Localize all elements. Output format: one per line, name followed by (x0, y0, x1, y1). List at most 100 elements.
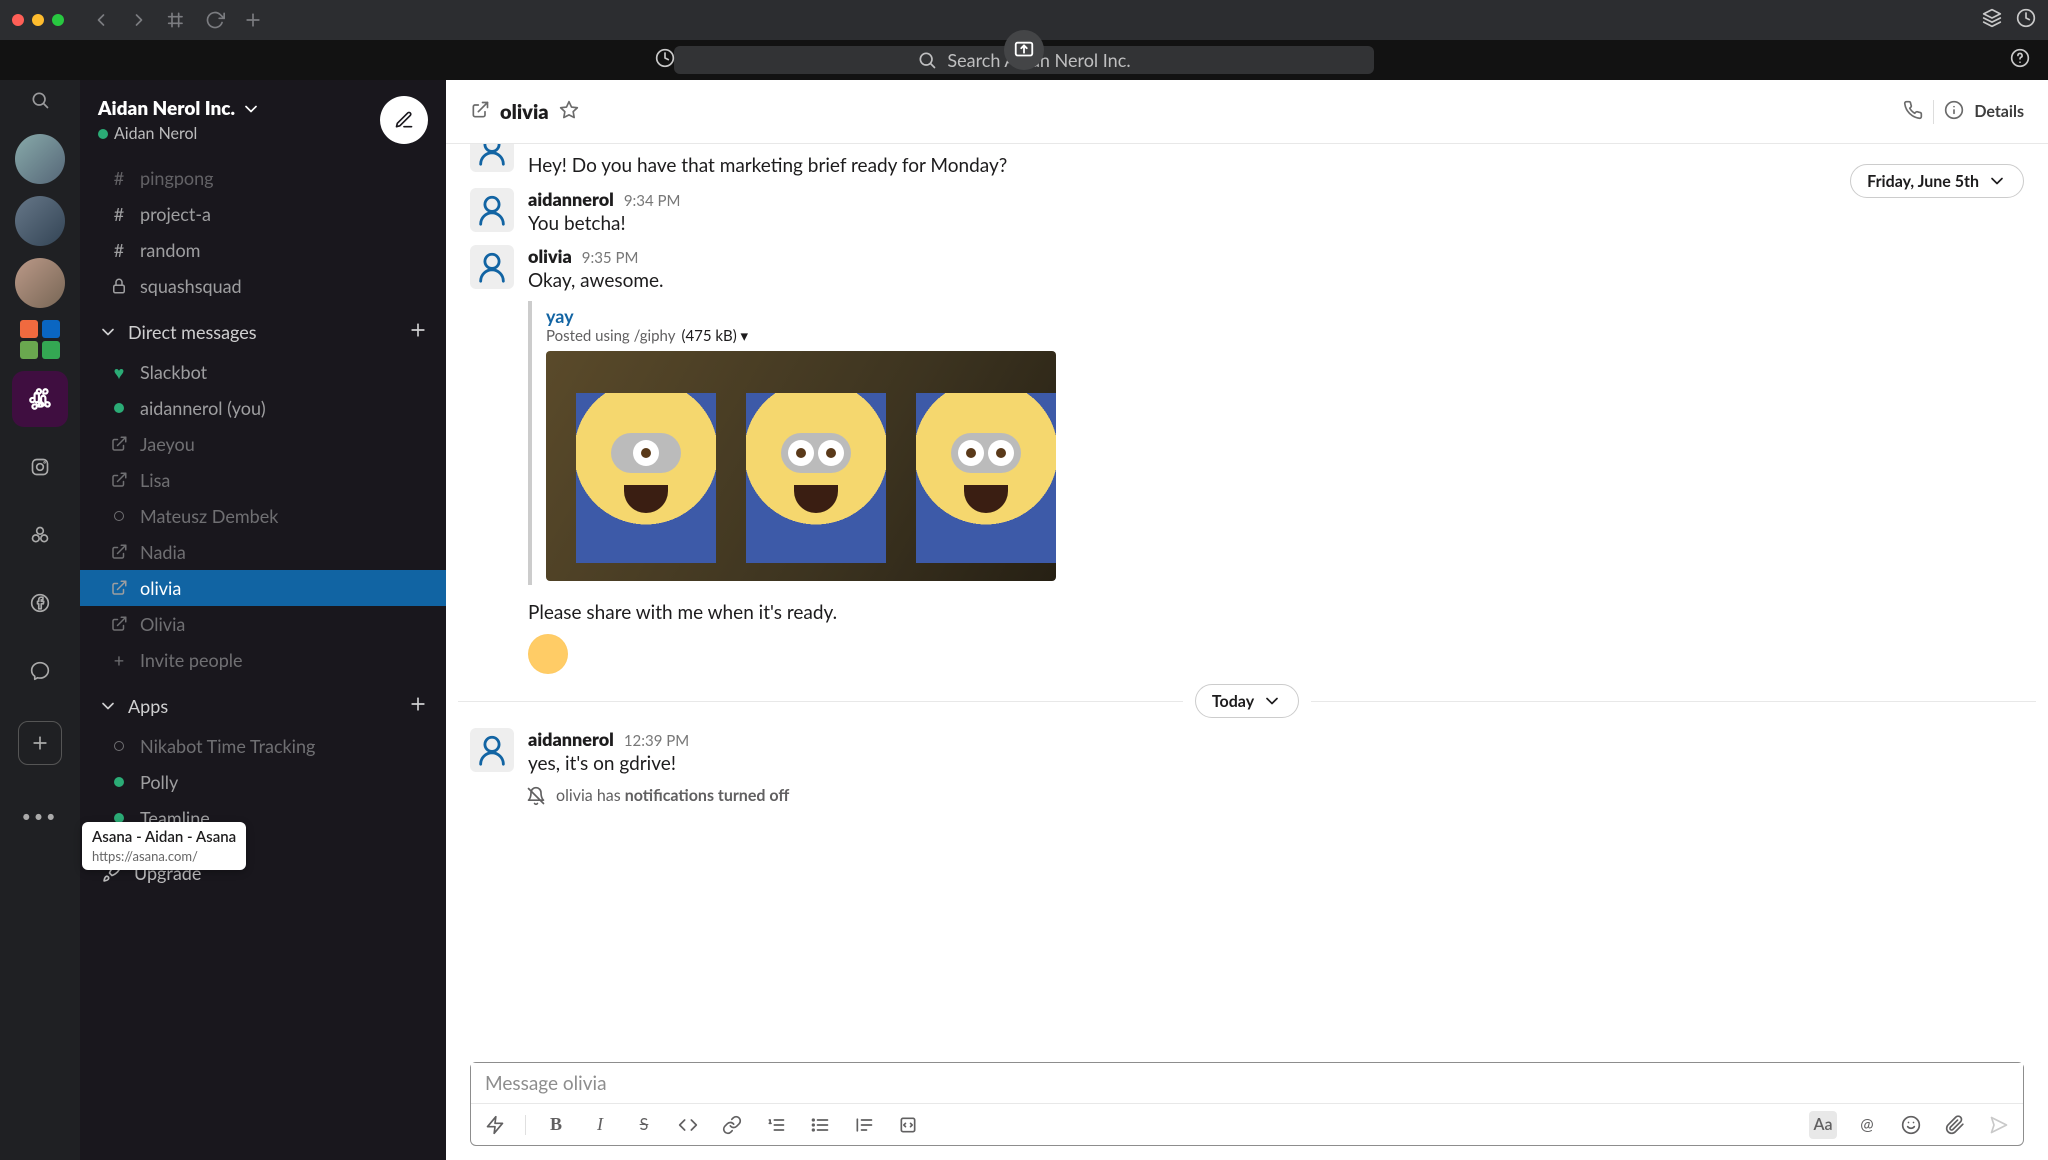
message[interactable]: Hey! Do you have that marketing brief re… (446, 148, 2048, 184)
channel-list: #pingpong#project-a#randomsquashsquad (80, 160, 446, 310)
dm-item[interactable]: Olivia (80, 606, 446, 642)
apps-section-header[interactable]: Apps (80, 684, 446, 728)
link-icon[interactable] (718, 1111, 746, 1139)
app-item[interactable]: Polly (80, 764, 446, 800)
system-notification: olivia has notifications turned off (446, 782, 2048, 810)
message-area[interactable]: Friday, June 5th Hey! Do you have that m… (446, 144, 2048, 1052)
composer-toolbar: B I S Aa @ (471, 1103, 2023, 1145)
star-icon[interactable] (559, 100, 579, 124)
attach-icon[interactable] (1941, 1111, 1969, 1139)
channel-item[interactable]: #project-a (80, 196, 446, 232)
avatar[interactable] (470, 188, 514, 232)
rail-messenger[interactable] (12, 643, 68, 699)
app-item[interactable]: Nikabot Time Tracking (80, 728, 446, 764)
avatar[interactable] (470, 144, 514, 172)
message[interactable]: aidannerol12:39 PMyes, it's on gdrive! (446, 724, 2048, 782)
italic-icon[interactable]: I (586, 1111, 614, 1139)
dm-item[interactable]: Nadia (80, 534, 446, 570)
chat-header: olivia Details (446, 80, 2048, 144)
maximize-window[interactable] (52, 14, 64, 26)
chevron-down-icon (1987, 171, 2007, 191)
dm-item[interactable]: +Invite people (80, 642, 446, 678)
channel-item[interactable]: #random (80, 232, 446, 268)
date-separator[interactable]: Today (446, 684, 2048, 718)
code-icon[interactable] (674, 1111, 702, 1139)
ordered-list-icon[interactable] (762, 1111, 790, 1139)
dm-item[interactable]: olivia (80, 570, 446, 606)
message[interactable]: olivia9:35 PMOkay, awesome.yayPosted usi… (446, 241, 2048, 678)
rail-slack[interactable] (12, 371, 68, 427)
rail-add[interactable] (18, 721, 62, 765)
reload-icon[interactable] (202, 7, 228, 33)
rail-avatar-2[interactable] (15, 196, 65, 246)
nav-forward[interactable] (126, 7, 152, 33)
slack-hash-icon[interactable] (164, 7, 190, 33)
chevron-down-icon (241, 99, 261, 119)
chevron-down-icon (98, 696, 118, 716)
channel-item[interactable]: #pingpong (80, 160, 446, 196)
rail-more[interactable]: ••• (22, 807, 59, 826)
dm-item[interactable]: ♥Slackbot (80, 354, 446, 390)
add-app-button[interactable] (408, 694, 428, 718)
message-input[interactable] (471, 1063, 2023, 1103)
tooltip-sub: https://asana.com/ (92, 848, 236, 865)
attachment[interactable]: yayPosted using /giphy (475 kB) ▾ (528, 301, 1056, 585)
message[interactable]: aidannerol9:34 PMYou betcha! (446, 184, 2048, 242)
dm-item[interactable]: Jaeyou (80, 426, 446, 462)
close-window[interactable] (12, 14, 24, 26)
rail-facebook[interactable] (12, 575, 68, 631)
sidebar: Aidan Nerol Inc. Aidan Nerol #pingpong#p… (80, 80, 446, 1160)
recents-icon[interactable] (655, 48, 675, 72)
minimize-window[interactable] (32, 14, 44, 26)
stack-icon[interactable] (1982, 8, 2002, 32)
channel-item[interactable]: squashsquad (80, 268, 446, 304)
info-icon[interactable] (1944, 100, 1964, 124)
help-icon[interactable] (2010, 48, 2030, 72)
emoji-icon[interactable] (1897, 1111, 1925, 1139)
apps-section-label: Apps (128, 695, 168, 717)
screen-share-icon[interactable] (1004, 30, 1044, 70)
dm-list: ♥Slackbotaidannerol (you)JaeyouLisaMateu… (80, 354, 446, 684)
reaction[interactable] (528, 634, 568, 674)
dm-item[interactable]: Lisa (80, 462, 446, 498)
dm-item[interactable]: aidannerol (you) (80, 390, 446, 426)
lightning-icon[interactable] (481, 1111, 509, 1139)
blockquote-icon[interactable] (850, 1111, 878, 1139)
format-toggle-icon[interactable]: Aa (1809, 1111, 1837, 1139)
rail-app-grid[interactable] (20, 320, 60, 359)
workspace-header[interactable]: Aidan Nerol Inc. Aidan Nerol (80, 80, 446, 160)
dm-section-header[interactable]: Direct messages (80, 310, 446, 354)
avatar[interactable] (470, 245, 514, 289)
message-composer: B I S Aa @ (470, 1062, 2024, 1146)
new-tab-icon[interactable] (240, 7, 266, 33)
avatar[interactable] (470, 728, 514, 772)
bullet-list-icon[interactable] (806, 1111, 834, 1139)
dm-item[interactable]: Mateusz Dembek (80, 498, 446, 534)
mention-icon[interactable]: @ (1853, 1111, 1881, 1139)
call-icon[interactable] (1903, 100, 1923, 124)
dm-section-label: Direct messages (128, 321, 257, 343)
add-dm-button[interactable] (408, 320, 428, 344)
main: ••• Asana - Aidan - Asana https://asana.… (0, 80, 2048, 1160)
details-button[interactable]: Details (1974, 102, 2024, 121)
rail-avatar-1[interactable] (15, 134, 65, 184)
history-icon[interactable] (2016, 8, 2036, 32)
rail-asana[interactable] (12, 507, 68, 563)
date-floating-pill[interactable]: Friday, June 5th (1850, 164, 2024, 198)
rail-search-icon[interactable] (30, 90, 50, 114)
nav-back[interactable] (88, 7, 114, 33)
rail-avatar-3[interactable] (15, 258, 65, 308)
rail-instagram[interactable] (12, 439, 68, 495)
send-icon[interactable] (1985, 1111, 2013, 1139)
gif-preview (546, 351, 1056, 581)
workspace-user: Aidan Nerol (114, 124, 197, 143)
bell-off-icon (526, 786, 546, 806)
chevron-down-icon (98, 322, 118, 342)
codeblock-icon[interactable] (894, 1111, 922, 1139)
compose-button[interactable] (380, 96, 428, 144)
bold-icon[interactable]: B (542, 1111, 570, 1139)
window-traffic-lights (12, 14, 64, 26)
chat-pane: olivia Details Friday, June 5th Hey! Do … (446, 80, 2048, 1160)
strike-icon[interactable]: S (630, 1111, 658, 1139)
channel-name[interactable]: olivia (500, 100, 549, 124)
